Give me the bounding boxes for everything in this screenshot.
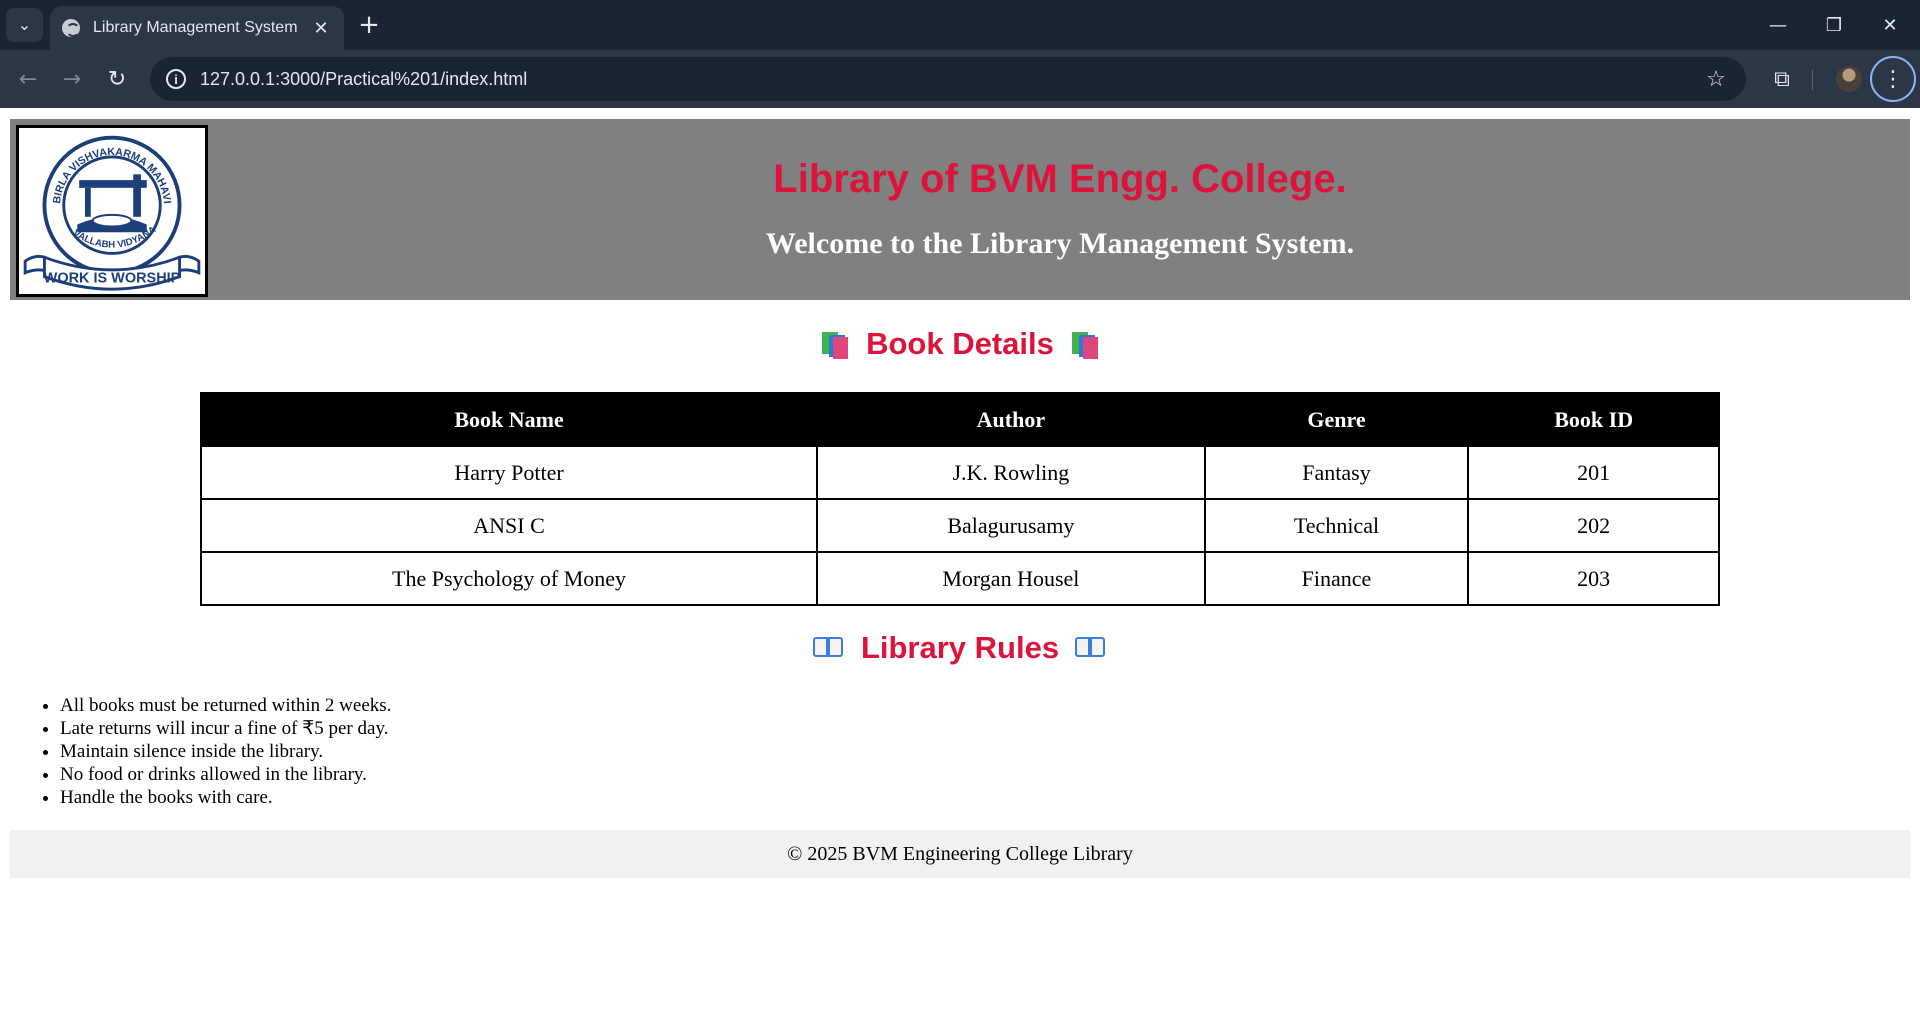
table-header-row: Book Name Author Genre Book ID: [199, 392, 1720, 447]
table-cell: The Psychology of Money: [199, 551, 819, 606]
table-cell: Morgan Housel: [816, 551, 1206, 606]
library-rules-title: Library Rules: [860, 630, 1060, 665]
restore-icon[interactable]: ❐: [1806, 0, 1862, 50]
browser-toolbar: ← → ↻ i 127.0.0.1:3000/Practical%201/ind…: [0, 50, 1920, 108]
table-cell: Technical: [1203, 498, 1470, 553]
kebab-menu-icon[interactable]: ⋮: [1870, 56, 1916, 102]
svg-text:WORK IS WORSHIP: WORK IS WORSHIP: [44, 270, 181, 286]
column-header: Book ID: [1467, 392, 1720, 447]
site-subtitle: Welcome to the Library Management System…: [765, 227, 1355, 260]
table-cell: 203: [1467, 551, 1720, 606]
library-rules-heading: Library Rules: [0, 630, 1920, 666]
toolbar-divider: [1812, 70, 1813, 90]
table-cell: Harry Potter: [199, 445, 819, 500]
site-footer: © 2025 BVM Engineering College Library: [10, 830, 1910, 878]
table-row: Harry Potter J.K. Rowling Fantasy 201: [199, 445, 1720, 500]
globe-icon: [62, 19, 80, 37]
profile-avatar[interactable]: [1836, 66, 1862, 92]
tab-close-icon[interactable]: ✕: [310, 18, 332, 39]
table-cell: Fantasy: [1203, 445, 1470, 500]
table-row: ANSI C Balagurusamy Technical 202: [199, 498, 1720, 553]
list-item: Handle the books with care.: [60, 786, 391, 809]
open-book-emoji-icon: [1075, 635, 1107, 661]
book-table: Book Name Author Genre Book ID Harry Pot…: [199, 392, 1720, 606]
tab-title: Library Management System: [93, 19, 298, 36]
star-icon[interactable]: ☆: [1694, 67, 1738, 92]
footer-text: © 2025 BVM Engineering College Library: [787, 842, 1133, 865]
minimize-icon[interactable]: —: [1750, 0, 1806, 50]
books-emoji-icon: [1070, 330, 1100, 359]
table-cell: 202: [1467, 498, 1720, 553]
chevron-down-icon[interactable]: ⌄: [6, 8, 43, 42]
list-item: No food or drinks allowed in the library…: [60, 763, 391, 786]
close-icon[interactable]: ✕: [1862, 0, 1918, 50]
address-bar[interactable]: i 127.0.0.1:3000/Practical%201/index.htm…: [150, 57, 1746, 101]
table-row: The Psychology of Money Morgan Housel Fi…: [199, 551, 1720, 606]
page-content: BIRLA VISHVAKARMA MAHAVIDYALAYA VALLABH …: [0, 108, 1920, 1020]
browser-tab[interactable]: Library Management System ✕: [50, 6, 344, 50]
column-header: Author: [816, 392, 1206, 447]
browser-tabstrip: ⌄ Library Management System ✕ + — ❐ ✕: [0, 0, 1920, 50]
column-header: Book Name: [199, 392, 819, 447]
table-cell: 201: [1467, 445, 1720, 500]
book-details-title: Book Details: [866, 326, 1054, 361]
open-book-emoji-icon: [812, 635, 845, 661]
column-header: Genre: [1203, 392, 1470, 447]
forward-arrow-icon[interactable]: →: [52, 59, 92, 99]
site-title: Library of BVM Engg. College.: [773, 157, 1347, 201]
plus-icon[interactable]: +: [352, 8, 386, 42]
books-emoji-icon: [820, 330, 850, 359]
info-icon[interactable]: i: [154, 57, 198, 101]
list-item: All books must be returned within 2 week…: [60, 694, 391, 717]
site-header: BIRLA VISHVAKARMA MAHAVIDYALAYA VALLABH …: [10, 119, 1910, 300]
list-item: Late returns will incur a fine of ₹5 per…: [60, 717, 391, 740]
rules-list: All books must be returned within 2 week…: [60, 694, 391, 809]
puzzle-icon[interactable]: ⧉: [1762, 59, 1802, 99]
table-cell: J.K. Rowling: [816, 445, 1206, 500]
table-cell: Finance: [1203, 551, 1470, 606]
list-item: Maintain silence inside the library.: [60, 740, 391, 763]
table-cell: ANSI C: [199, 498, 819, 553]
reload-icon[interactable]: ↻: [97, 59, 137, 99]
url-text[interactable]: 127.0.0.1:3000/Practical%201/index.html: [200, 69, 1694, 90]
back-arrow-icon[interactable]: ←: [8, 59, 48, 99]
table-cell: Balagurusamy: [816, 498, 1206, 553]
book-details-heading: Book Details: [0, 326, 1920, 362]
college-logo: BIRLA VISHVAKARMA MAHAVIDYALAYA VALLABH …: [16, 125, 208, 297]
